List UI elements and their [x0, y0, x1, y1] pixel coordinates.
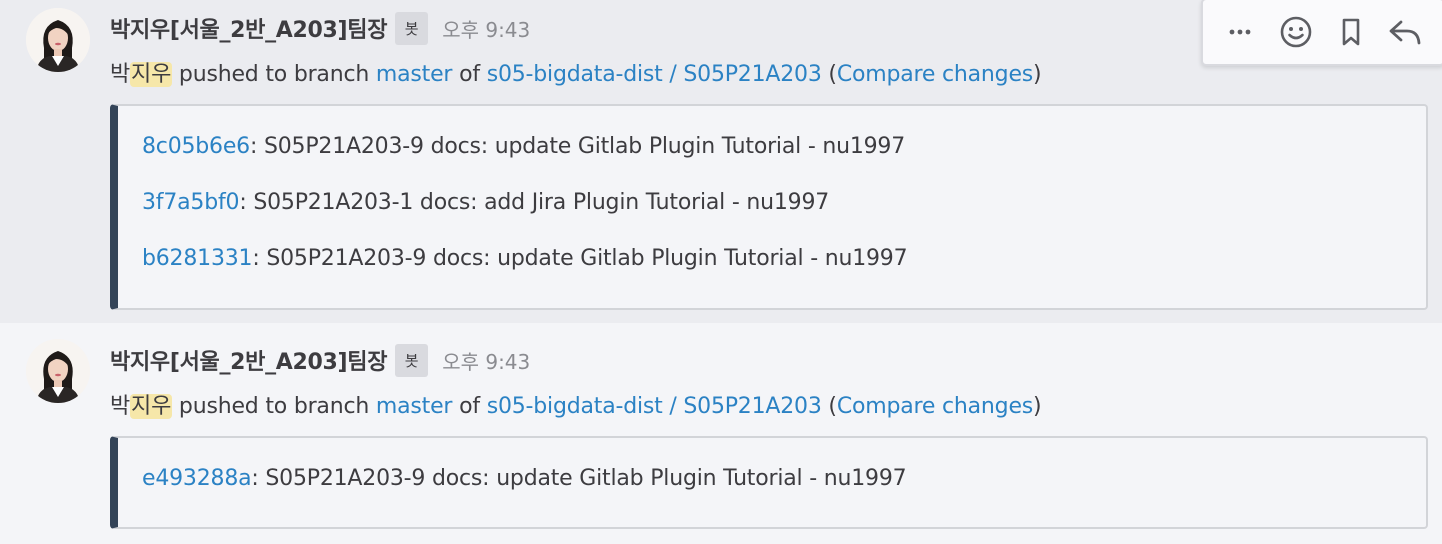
repo-link[interactable]: s05-bigdata-dist / S05P21A203 — [487, 394, 822, 419]
add-reaction-button[interactable] — [1276, 12, 1316, 52]
message-prefix: 박 — [110, 394, 131, 419]
emoji-icon — [1280, 16, 1312, 48]
post-time[interactable]: 오후 9:43 — [442, 346, 530, 375]
post-message: 박지우 pushed to branch master of s05-bigda… — [110, 388, 1042, 420]
message-prefix: 박 — [110, 62, 131, 87]
message-text: of — [452, 62, 487, 87]
username[interactable]: 박지우[서울_2반_A203]팀장 — [110, 12, 387, 44]
commit-line: 3f7a5bf0: S05P21A203-1 docs: add Jira Pl… — [142, 190, 829, 215]
message-text: ( — [821, 394, 837, 419]
more-actions-button[interactable] — [1220, 12, 1260, 52]
mention-highlight: 지우 — [130, 394, 173, 419]
post-actions-menu — [1201, 0, 1442, 66]
avatar[interactable] — [26, 8, 90, 72]
avatar-photo — [26, 8, 90, 72]
post-header: 박지우[서울_2반_A203]팀장 봇 오후 9:43 — [110, 10, 530, 46]
mention-highlight: 지우 — [130, 62, 173, 87]
commit-hash-link[interactable]: e493288a — [142, 466, 252, 491]
branch-link[interactable]: master — [376, 394, 453, 419]
post-header: 박지우[서울_2반_A203]팀장 봇 오후 9:43 — [110, 342, 530, 378]
commit-attachment: e493288a: S05P21A203-9 docs: update Gitl… — [110, 436, 1428, 529]
commit-line: e493288a: S05P21A203-9 docs: update Gitl… — [142, 466, 907, 491]
reply-icon — [1389, 20, 1421, 45]
post-2[interactable]: 박지우[서울_2반_A203]팀장 봇 오후 9:43 박지우 pushed t… — [0, 323, 1442, 544]
avatar-photo — [26, 339, 90, 403]
commit-message: : S05P21A203-9 docs: update Gitlab Plugi… — [251, 466, 907, 491]
branch-link[interactable]: master — [376, 62, 453, 87]
reply-button[interactable] — [1385, 12, 1425, 52]
save-post-button[interactable] — [1331, 12, 1371, 52]
commit-hash-link[interactable]: 3f7a5bf0 — [142, 190, 240, 215]
post-message: 박지우 pushed to branch master of s05-bigda… — [110, 56, 1042, 88]
message-text: pushed to branch — [172, 394, 376, 419]
commit-message: : S05P21A203-9 docs: update Gitlab Plugi… — [249, 134, 906, 159]
message-text: of — [452, 394, 487, 419]
bot-badge: 봇 — [395, 343, 429, 377]
username[interactable]: 박지우[서울_2반_A203]팀장 — [110, 344, 387, 376]
message-text: ) — [1033, 62, 1042, 87]
commit-line: 8c05b6e6: S05P21A203-9 docs: update Gitl… — [142, 134, 905, 159]
commit-attachment: 8c05b6e6: S05P21A203-9 docs: update Gitl… — [110, 104, 1428, 310]
commit-line: b6281331: S05P21A203-9 docs: update Gitl… — [142, 246, 908, 271]
bookmark-icon — [1342, 18, 1360, 46]
bot-badge: 봇 — [395, 11, 429, 45]
message-text: ) — [1033, 394, 1042, 419]
repo-link[interactable]: s05-bigdata-dist / S05P21A203 — [487, 62, 822, 87]
compare-changes-link[interactable]: Compare changes — [837, 394, 1033, 419]
avatar[interactable] — [26, 339, 90, 403]
commit-message: : S05P21A203-1 docs: add Jira Plugin Tut… — [239, 190, 830, 215]
commit-hash-link[interactable]: b6281331 — [142, 246, 253, 271]
post-1[interactable]: 박지우[서울_2반_A203]팀장 봇 오후 9:43 박지우 pushed t… — [0, 0, 1442, 323]
message-text: ( — [821, 62, 837, 87]
commit-hash-link[interactable]: 8c05b6e6 — [142, 134, 250, 159]
message-text: pushed to branch — [172, 62, 376, 87]
compare-changes-link[interactable]: Compare changes — [837, 62, 1033, 87]
commit-message: : S05P21A203-9 docs: update Gitlab Plugi… — [252, 246, 908, 271]
more-icon — [1229, 29, 1251, 35]
post-time[interactable]: 오후 9:43 — [442, 14, 530, 43]
